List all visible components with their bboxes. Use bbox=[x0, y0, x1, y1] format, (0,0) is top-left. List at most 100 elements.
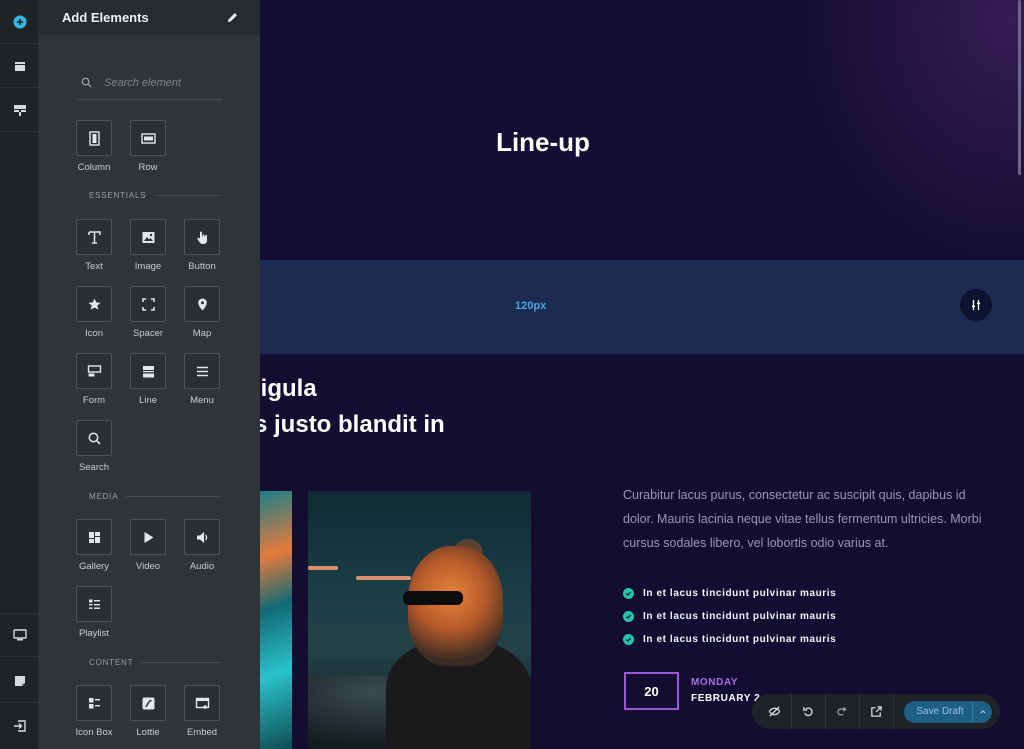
element-button[interactable]: Button bbox=[177, 219, 227, 272]
lineup-content-section[interactable]: ligula s justo blandit in Curabitur lacu… bbox=[260, 354, 1024, 749]
section-label: CONTENT bbox=[89, 657, 134, 667]
fireworks-background bbox=[804, 0, 1024, 260]
element-audio[interactable]: Audio bbox=[177, 519, 227, 572]
concert-image-left[interactable] bbox=[260, 491, 292, 749]
redo-icon bbox=[837, 706, 847, 716]
date-day-box: 20 bbox=[624, 672, 679, 710]
element-icon[interactable]: Icon bbox=[69, 286, 119, 339]
add-elements-button[interactable] bbox=[0, 0, 39, 44]
element-map[interactable]: Map bbox=[177, 286, 227, 339]
element-playlist[interactable]: Playlist bbox=[69, 586, 119, 639]
templates-button[interactable] bbox=[0, 88, 39, 132]
search-element-input[interactable] bbox=[104, 76, 214, 89]
checklist-item: In et lacus tincidunt pulvinar mauris bbox=[623, 611, 836, 622]
page-canvas: Line-up 120px ligula s justo blandit in … bbox=[260, 0, 1024, 749]
element-label: Search bbox=[78, 462, 110, 473]
element-video[interactable]: Video bbox=[123, 519, 173, 572]
element-label: Row bbox=[138, 162, 158, 173]
desktop-icon bbox=[12, 629, 27, 641]
element-label: Column bbox=[77, 162, 111, 173]
lottie-icon bbox=[142, 697, 154, 709]
section-label: ESSENTIALS bbox=[89, 190, 147, 200]
checklist-item: In et lacus tincidunt pulvinar mauris bbox=[623, 588, 836, 599]
element-text[interactable]: Text bbox=[69, 219, 119, 272]
redo-button[interactable] bbox=[826, 694, 860, 729]
element-lottie[interactable]: Lottie bbox=[123, 685, 173, 738]
external-link-icon bbox=[871, 706, 882, 717]
row-icon bbox=[140, 132, 156, 144]
responsive-view-button[interactable] bbox=[0, 613, 39, 657]
speaker-icon bbox=[196, 531, 207, 543]
element-gallery[interactable]: Gallery bbox=[69, 519, 119, 572]
check-circle-icon bbox=[623, 634, 634, 645]
line-icon bbox=[142, 365, 154, 377]
spacer-settings-button[interactable] bbox=[960, 289, 992, 321]
save-draft-button[interactable]: Save Draft bbox=[904, 700, 992, 723]
element-form[interactable]: Form bbox=[69, 353, 119, 406]
element-label: Text bbox=[85, 261, 103, 272]
panel-title: Add Elements bbox=[62, 10, 149, 25]
notes-button[interactable] bbox=[0, 659, 39, 703]
spacer-height-label: 120px bbox=[515, 300, 547, 312]
layers-button[interactable] bbox=[0, 44, 39, 88]
search-icon bbox=[81, 77, 92, 88]
editor-toolbar: Save Draft bbox=[752, 694, 1000, 729]
element-label: Spacer bbox=[132, 328, 164, 339]
undo-button[interactable] bbox=[792, 694, 826, 729]
pencil-icon[interactable] bbox=[227, 12, 238, 23]
section-essentials: ESSENTIALS bbox=[77, 189, 222, 201]
element-line[interactable]: Line bbox=[123, 353, 173, 406]
heading-line-2: s justo blandit in bbox=[260, 411, 445, 438]
element-label: Menu bbox=[190, 395, 214, 406]
element-label: Button bbox=[188, 261, 216, 272]
element-embed[interactable]: Embed bbox=[177, 685, 227, 738]
save-options-button[interactable] bbox=[972, 700, 992, 723]
checklist-text: In et lacus tincidunt pulvinar mauris bbox=[643, 611, 837, 622]
element-image[interactable]: Image bbox=[123, 219, 173, 272]
plus-circle-icon bbox=[13, 15, 26, 28]
text-icon bbox=[87, 230, 101, 244]
element-label: Icon Box bbox=[75, 727, 113, 738]
element-label: Icon bbox=[85, 328, 103, 339]
preview-button[interactable] bbox=[860, 694, 894, 729]
element-label: Audio bbox=[189, 561, 215, 572]
element-column[interactable]: Column bbox=[69, 120, 119, 173]
templates-icon bbox=[13, 104, 26, 116]
date-weekday: MONDAY bbox=[691, 677, 739, 688]
undo-icon bbox=[803, 706, 813, 717]
embed-icon bbox=[195, 697, 209, 709]
concert-image-bear[interactable] bbox=[308, 491, 531, 749]
exit-icon bbox=[13, 720, 26, 732]
element-row[interactable]: Row bbox=[123, 120, 173, 173]
spacer-element[interactable]: 120px bbox=[260, 260, 1024, 354]
element-search[interactable]: Search bbox=[69, 420, 119, 473]
section-media: MEDIA bbox=[77, 490, 222, 502]
heading-line-1: ligula bbox=[260, 375, 317, 402]
gallery-icon bbox=[88, 531, 100, 543]
checklist-text: In et lacus tincidunt pulvinar mauris bbox=[643, 588, 837, 599]
pointer-icon bbox=[196, 231, 207, 244]
eye-off-icon bbox=[768, 706, 781, 717]
toggle-visibility-button[interactable] bbox=[758, 694, 792, 729]
add-elements-panel: Add Elements Column Row ESSENTIALS Text … bbox=[39, 0, 260, 749]
check-circle-icon bbox=[623, 588, 634, 599]
map-pin-icon bbox=[197, 298, 207, 310]
element-icon-box[interactable]: Icon Box bbox=[69, 685, 119, 738]
element-menu[interactable]: Menu bbox=[177, 353, 227, 406]
hero-title: Line-up bbox=[496, 127, 590, 157]
element-label: Image bbox=[134, 261, 162, 272]
exit-button[interactable] bbox=[0, 704, 39, 748]
element-label: Line bbox=[139, 395, 157, 406]
element-label: Video bbox=[135, 561, 161, 572]
canvas-scrollbar[interactable] bbox=[1018, 0, 1021, 175]
layers-icon bbox=[14, 61, 25, 71]
form-icon bbox=[87, 364, 101, 376]
section-content: CONTENT bbox=[77, 656, 222, 668]
body-paragraph: Curabitur lacus purus, consectetur ac su… bbox=[623, 488, 982, 550]
checklist-item: In et lacus tincidunt pulvinar mauris bbox=[623, 634, 836, 645]
sliders-icon bbox=[972, 300, 980, 310]
chevron-up-icon bbox=[979, 709, 986, 714]
element-spacer[interactable]: Spacer bbox=[123, 286, 173, 339]
hero-section[interactable]: Line-up bbox=[260, 0, 1024, 260]
element-label: Map bbox=[192, 328, 212, 339]
